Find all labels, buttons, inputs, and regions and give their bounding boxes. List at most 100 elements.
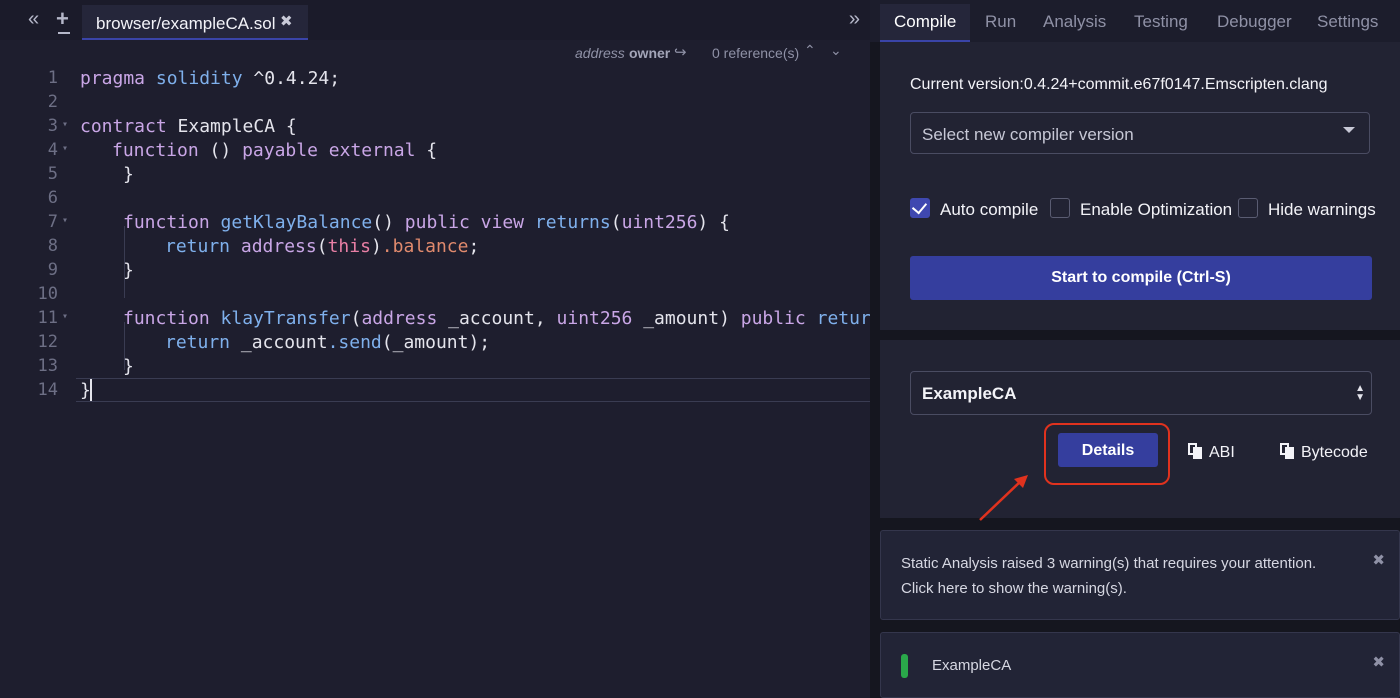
tab-compile[interactable]: Compile [880,4,970,42]
warning-text: Static Analysis raised 3 warning(s) that… [901,555,1317,572]
chevron-up-icon[interactable]: ⌃ [804,42,816,59]
chevron-down-icon[interactable]: ⌄ [830,42,842,59]
red-pointer-arrow [979,475,1028,521]
fold-icon[interactable]: ▾ [62,143,68,154]
tab-debugger[interactable]: Debugger [1217,12,1292,32]
code-token: ( [316,236,328,257]
status-contract-name: ExampleCA [932,657,1012,674]
compiler-card: Current version:0.4.24+commit.e67f0147.E… [880,42,1400,330]
code-token: _account, [437,308,557,329]
code-token: uint256 [621,212,698,233]
enable-optimization-label[interactable]: Enable Optimization [1080,200,1232,220]
close-icon[interactable]: ✖ [1372,551,1385,569]
line-number: 1 [47,68,58,88]
contract-select[interactable]: ExampleCA ▲ ▼ [910,371,1372,415]
fold-icon[interactable]: ▾ [62,311,68,322]
code-token: ) { [697,212,730,233]
code-token: external [328,140,416,161]
code-token: solidity [155,68,243,89]
contract-card: ExampleCA ▲ ▼ Details ABI Bytecode [880,340,1400,518]
line-number: 11 [37,308,58,328]
line-number: 5 [47,164,58,184]
code-token: function [123,212,210,233]
code-token: ^0.4.24; [242,68,341,89]
code-line: 12 return _account.send(_amount); [0,330,870,354]
line-number: 14 [37,380,58,400]
close-icon[interactable]: ✖ [1372,653,1385,671]
code-token: { [415,140,438,161]
code-token: ) [370,236,382,257]
line-number: 3 [47,116,58,136]
enable-optimization-checkbox[interactable] [1050,198,1070,218]
code-token: return [165,332,231,353]
code-token: ; [468,236,480,257]
success-indicator [901,654,908,678]
line-number: 9 [47,260,58,280]
references-bar: address owner ↪ 0 reference(s) ⌃ ⌄ [0,40,870,66]
compile-status-card: ExampleCA ✖ [880,632,1400,698]
code-token: } [123,356,134,377]
tab-testing[interactable]: Testing [1134,12,1188,32]
code-token: () [198,140,243,161]
line-number: 4 [47,140,58,160]
auto-compile-checkbox[interactable] [910,198,930,218]
tab-label: Compile [894,12,957,31]
code-editor: « + browser/exampleCA.sol ✖ » address ow… [0,0,893,698]
reference-type: address [575,45,625,61]
line-number: 13 [37,356,58,376]
code-line: 10 [0,282,870,306]
auto-compile-label[interactable]: Auto compile [940,200,1038,220]
fold-icon[interactable]: ▾ [62,119,68,130]
tab-settings[interactable]: Settings [1317,12,1378,32]
warning-link-text[interactable]: Click here to show the warning(s). [901,580,1127,597]
compile-button[interactable]: Start to compile (Ctrl-S) [910,256,1372,300]
updown-icon: ▲ ▼ [1355,383,1365,403]
code-token: () [372,212,405,233]
code-token: } [123,260,134,281]
file-tab[interactable]: browser/exampleCA.sol ✖ [82,5,308,40]
compile-button-label: Start to compile (Ctrl-S) [1051,269,1231,286]
close-icon[interactable]: ✖ [280,12,293,30]
tab-run[interactable]: Run [985,12,1016,32]
fold-icon[interactable]: ▾ [62,215,68,226]
static-analysis-warning[interactable]: Static Analysis raised 3 warning(s) that… [880,530,1400,620]
collapse-left-icon[interactable]: « [28,8,39,31]
code-token: address [240,236,317,257]
code-token: returns [534,212,611,233]
code-token: _amount) [632,308,741,329]
code-token: ExampleCA { [166,116,297,137]
code-line: 13 } [0,354,870,378]
clipboard-icon [1188,443,1203,459]
line-number: 7 [47,212,58,232]
bytecode-button-label: Bytecode [1301,444,1368,461]
code-token: .balance [381,236,469,257]
hide-warnings-checkbox[interactable] [1238,198,1258,218]
code-line: 6 [0,186,870,210]
code-token: klayTransfer [220,308,351,329]
compiler-version-select[interactable]: Select new compiler version [910,112,1370,154]
new-file-icon[interactable]: + [56,6,69,32]
code-token: _account [230,332,328,353]
code-token: .send [327,332,382,353]
hide-warnings-label[interactable]: Hide warnings [1268,200,1376,220]
code-token: uint256 [556,308,633,329]
code-token: view [480,212,525,233]
code-token: public [404,212,470,233]
code-line: 3 ▾ contract ExampleCA { [0,114,870,138]
code-line: 9 } [0,258,870,282]
current-version-text: Current version:0.4.24+commit.e67f0147.E… [910,76,1328,93]
reply-arrow-icon[interactable]: ↪ [674,43,687,61]
code-line: 2 [0,90,870,114]
bytecode-button[interactable]: Bytecode [1280,443,1368,462]
code-line: 11 ▾ function klayTransfer(address _acco… [0,306,893,330]
code-token: } [123,164,134,185]
check-icon [911,198,928,215]
tab-analysis[interactable]: Analysis [1043,12,1106,32]
abi-button[interactable]: ABI [1188,443,1235,462]
details-button[interactable]: Details [1058,433,1158,467]
caret-down-icon [1343,127,1355,133]
code-token: function [123,308,210,329]
code-line: 5 } [0,162,870,186]
code-line: 7 ▾ function getKlayBalance() public vie… [0,210,870,234]
expand-right-icon[interactable]: » [849,8,860,31]
